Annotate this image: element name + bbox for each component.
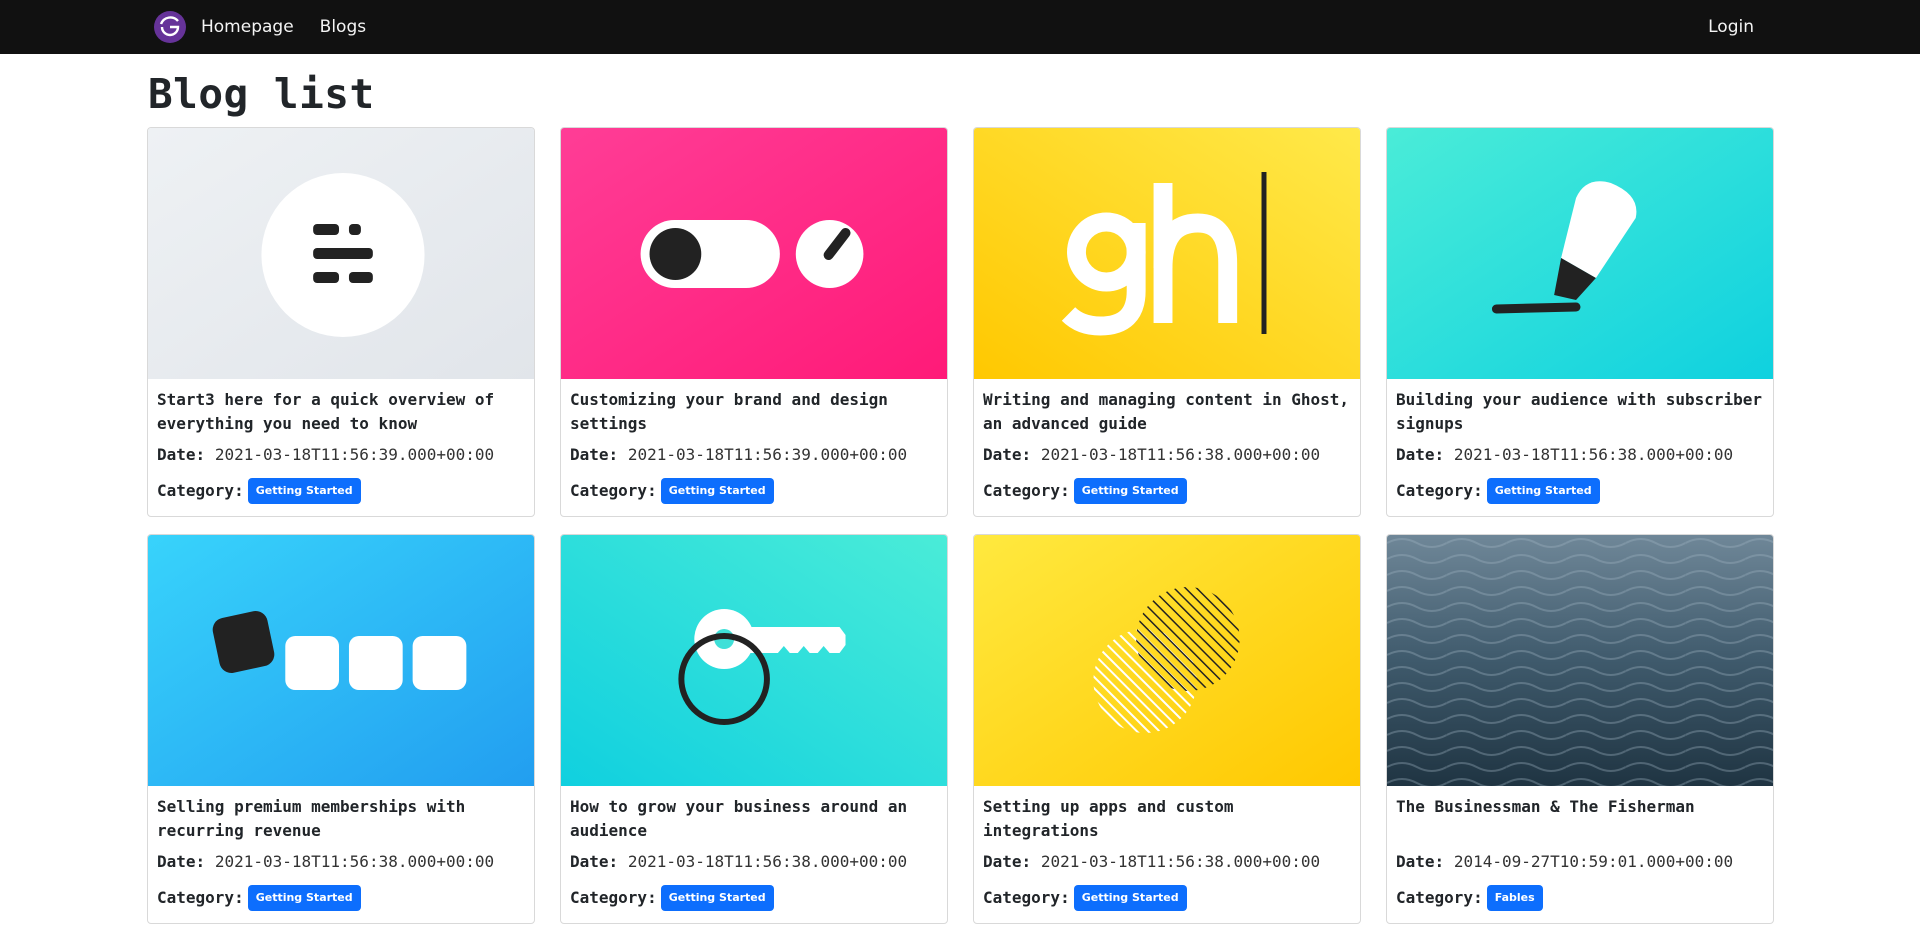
nav-link-homepage[interactable]: Homepage bbox=[201, 17, 294, 37]
blog-card-image bbox=[561, 535, 947, 786]
blog-card-title[interactable]: Selling premium memberships with recurri… bbox=[157, 795, 525, 843]
blog-card-category: Category: Getting Started bbox=[983, 885, 1351, 911]
blog-card-image bbox=[561, 128, 947, 379]
blog-card-category: Category: Getting Started bbox=[570, 885, 938, 911]
blog-card-date: Date: 2021-03-18T11:56:38.000+00:00 bbox=[157, 852, 495, 871]
blog-card-image bbox=[1387, 535, 1773, 786]
blog-card-date: Date: 2021-03-18T11:56:39.000+00:00 bbox=[570, 445, 908, 464]
category-badge[interactable]: Getting Started bbox=[660, 885, 774, 911]
blog-card-category: Category: Getting Started bbox=[570, 478, 938, 504]
blog-card-image bbox=[148, 128, 534, 379]
blog-card-date: Date: 2021-03-18T11:56:38.000+00:00 bbox=[1396, 445, 1734, 464]
blog-card[interactable]: Setting up apps and custom integrations … bbox=[973, 534, 1361, 924]
blog-card-image bbox=[1387, 128, 1773, 379]
blog-card-image bbox=[974, 128, 1360, 379]
blog-card-date: Date: 2021-03-18T11:56:38.000+00:00 bbox=[570, 852, 908, 871]
blog-card-date: Date: 2014-09-27T10:59:01.000+00:00 bbox=[1396, 852, 1734, 871]
blog-card-category: Category: Getting Started bbox=[983, 478, 1351, 504]
blog-card-category: Category: Getting Started bbox=[157, 885, 525, 911]
top-navbar: Homepage Blogs Login bbox=[0, 0, 1920, 54]
blog-card[interactable]: Customizing your brand and design settin… bbox=[560, 127, 948, 517]
category-badge[interactable]: Getting Started bbox=[1486, 478, 1600, 504]
login-link[interactable]: Login bbox=[1708, 17, 1754, 37]
nav-link-blogs[interactable]: Blogs bbox=[320, 17, 366, 37]
category-badge[interactable]: Getting Started bbox=[247, 885, 361, 911]
blog-card-category: Category: Getting Started bbox=[1396, 478, 1764, 504]
blog-card-date: Date: 2021-03-18T11:56:39.000+00:00 bbox=[157, 445, 495, 464]
blog-card-title[interactable]: Building your audience with subscriber s… bbox=[1396, 388, 1764, 436]
blog-card-title[interactable]: The Businessman & The Fisherman bbox=[1396, 795, 1764, 843]
blog-card[interactable]: Start3 here for a quick overview of ever… bbox=[147, 127, 535, 517]
blog-card[interactable]: Building your audience with subscriber s… bbox=[1386, 127, 1774, 517]
category-badge[interactable]: Getting Started bbox=[247, 478, 361, 504]
blog-card-category: Category: Getting Started bbox=[157, 478, 525, 504]
blog-card-title[interactable]: Start3 here for a quick overview of ever… bbox=[157, 388, 525, 436]
gatsby-logo-icon[interactable] bbox=[153, 10, 187, 44]
blog-card-date: Date: 2021-03-18T11:56:38.000+00:00 bbox=[983, 445, 1321, 464]
category-badge[interactable]: Getting Started bbox=[1073, 478, 1187, 504]
blog-card-title[interactable]: Setting up apps and custom integrations bbox=[983, 795, 1351, 843]
blog-card-image bbox=[148, 535, 534, 786]
category-badge[interactable]: Getting Started bbox=[1073, 885, 1187, 911]
blog-card-image bbox=[974, 535, 1360, 786]
navbar-container: Homepage Blogs Login bbox=[153, 0, 1767, 54]
blog-card-title[interactable]: Writing and managing content in Ghost, a… bbox=[983, 388, 1351, 436]
page-title: Blog list bbox=[148, 70, 375, 118]
blog-card[interactable]: Selling premium memberships with recurri… bbox=[147, 534, 535, 924]
category-badge[interactable]: Getting Started bbox=[660, 478, 774, 504]
blog-card-title[interactable]: How to grow your business around an audi… bbox=[570, 795, 938, 843]
blog-card-title[interactable]: Customizing your brand and design settin… bbox=[570, 388, 938, 436]
blog-card[interactable]: The Businessman & The Fisherman Date: 20… bbox=[1386, 534, 1774, 924]
blog-card-date: Date: 2021-03-18T11:56:38.000+00:00 bbox=[983, 852, 1321, 871]
blog-card[interactable]: How to grow your business around an audi… bbox=[560, 534, 948, 924]
category-badge[interactable]: Fables bbox=[1486, 885, 1543, 911]
blog-card-grid: Start3 here for a quick overview of ever… bbox=[147, 127, 1774, 924]
blog-card-category: Category: Fables bbox=[1396, 885, 1764, 911]
blog-card[interactable]: Writing and managing content in Ghost, a… bbox=[973, 127, 1361, 517]
